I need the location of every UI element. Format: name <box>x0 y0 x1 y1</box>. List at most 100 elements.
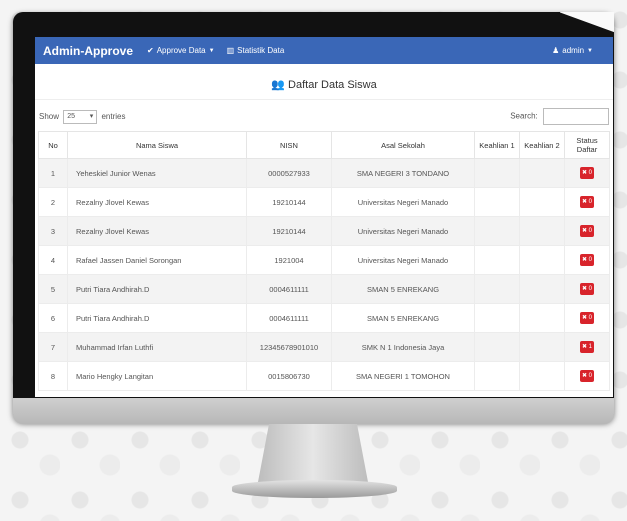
nav-statistik-data-label: Statistik Data <box>237 46 285 55</box>
table-row: 8 Mario Hengky Langitan 0015806730 SMA N… <box>38 361 610 391</box>
col-no[interactable]: No <box>38 131 68 159</box>
status-button[interactable]: ✖ 0 <box>580 196 594 208</box>
cell-no: 1 <box>38 158 68 188</box>
cell-sekolah: SMA NEGERI 1 TOMOHON <box>331 361 475 391</box>
cell-keahlian-1 <box>474 274 520 304</box>
nav-approve-data[interactable]: ✔ Approve Data ▼ <box>147 46 215 55</box>
bar-chart-icon: ▥ <box>226 46 235 55</box>
table-row: 1 Yeheskiel Junior Wenas 0000527933 SMA … <box>38 158 610 188</box>
user-icon: ♟ <box>552 46 560 55</box>
cell-keahlian-2 <box>519 332 565 362</box>
cell-sekolah: Universitas Negeri Manado <box>331 245 475 275</box>
status-button[interactable]: ✖ 0 <box>580 312 594 324</box>
users-icon: 👥 <box>271 79 285 91</box>
cell-nisn: 1921004 <box>246 245 332 275</box>
cell-nama: Rezalny Jlovel Kewas <box>67 187 247 217</box>
cell-keahlian-2 <box>519 216 565 246</box>
table-row: 6 Putri Tiara Andhirah.D 0004611111 SMAN… <box>38 303 610 333</box>
cell-keahlian-2 <box>519 274 565 304</box>
col-keahlian-2[interactable]: Keahlian 2 <box>519 131 565 159</box>
cell-nama: Putri Tiara Andhirah.D <box>67 274 247 304</box>
user-menu[interactable]: ♟ admin ▼ <box>552 46 593 55</box>
cell-keahlian-1 <box>474 245 520 275</box>
table-row: 7 Muhammad Irfan Luthfi 12345678901010 S… <box>38 332 610 362</box>
cell-nama: Rafael Jassen Daniel Sorongan <box>67 245 247 275</box>
cell-no: 4 <box>38 245 68 275</box>
cell-nama: Yeheskiel Junior Wenas <box>67 158 247 188</box>
cell-keahlian-1 <box>474 303 520 333</box>
status-button[interactable]: ✖ 0 <box>580 370 594 382</box>
table-controls: Show 25 ▾ entries Search: <box>35 100 613 131</box>
table-row: 3 Rezalny Jlovel Kewas 19210144 Universi… <box>38 216 610 246</box>
cell-sekolah: SMAN 5 ENREKANG <box>331 274 475 304</box>
col-nisn[interactable]: NISN <box>246 131 332 159</box>
screen: Admin-Approve ✔ Approve Data ▼ ▥ Statist… <box>35 37 613 397</box>
cell-nisn: 19210144 <box>246 187 332 217</box>
chevron-down-icon: ▼ <box>587 47 593 54</box>
table-row: 5 Putri Tiara Andhirah.D 0004611111 SMAN… <box>38 274 610 304</box>
navbar: Admin-Approve ✔ Approve Data ▼ ▥ Statist… <box>35 37 613 64</box>
students-table: No Nama Siswa NISN Asal Sekolah Keahlian… <box>38 131 610 391</box>
page-title-text: Daftar Data Siswa <box>288 79 377 91</box>
cell-nama: Mario Hengky Langitan <box>67 361 247 391</box>
cell-no: 5 <box>38 274 68 304</box>
col-status-daftar[interactable]: Status Daftar <box>564 131 610 159</box>
cell-keahlian-2 <box>519 245 565 275</box>
cell-keahlian-1 <box>474 187 520 217</box>
cell-status: ✖ 0 <box>564 187 610 217</box>
cell-no: 3 <box>38 216 68 246</box>
show-label: Show <box>39 111 60 121</box>
entries-length-select[interactable]: 25 ▾ <box>63 109 98 124</box>
cell-keahlian-1 <box>474 216 520 246</box>
cell-keahlian-1 <box>474 332 520 362</box>
col-asal-sekolah[interactable]: Asal Sekolah <box>331 131 475 159</box>
cell-keahlian-1 <box>474 361 520 391</box>
check-icon: ✔ <box>147 46 154 55</box>
cell-keahlian-2 <box>519 361 565 391</box>
col-keahlian-1[interactable]: Keahlian 1 <box>474 131 520 159</box>
table-row: 2 Rezalny Jlovel Kewas 19210144 Universi… <box>38 187 610 217</box>
status-button[interactable]: ✖ 0 <box>580 225 594 237</box>
cell-nisn: 19210144 <box>246 216 332 246</box>
cell-status: ✖ 0 <box>564 245 610 275</box>
cell-status: ✖ 0 <box>564 158 610 188</box>
table-header-row: No Nama Siswa NISN Asal Sekolah Keahlian… <box>38 131 610 159</box>
cell-sekolah: SMK N 1 Indonesia Jaya <box>331 332 475 362</box>
cell-sekolah: Universitas Negeri Manado <box>331 216 475 246</box>
length-control: Show 25 ▾ entries <box>39 109 126 124</box>
monitor-chin <box>13 398 614 424</box>
cell-nama: Rezalny Jlovel Kewas <box>67 216 247 246</box>
cell-keahlian-1 <box>474 158 520 188</box>
cell-nisn: 0000527933 <box>246 158 332 188</box>
brand[interactable]: Admin-Approve <box>43 44 133 58</box>
nav-statistik-data[interactable]: ▥ Statistik Data <box>227 46 285 55</box>
cell-sekolah: SMA NEGERI 3 TONDANO <box>331 158 475 188</box>
cell-nisn: 0004611111 <box>246 274 332 304</box>
status-button[interactable]: ✖ 0 <box>580 283 594 295</box>
cell-nisn: 0004611111 <box>246 303 332 333</box>
entries-label: entries <box>101 111 126 121</box>
search-control: Search: <box>510 108 609 125</box>
cell-nama: Muhammad Irfan Luthfi <box>67 332 247 362</box>
search-label: Search: <box>510 111 538 121</box>
cell-no: 2 <box>38 187 68 217</box>
cell-no: 7 <box>38 332 68 362</box>
cell-nisn: 0015806730 <box>246 361 332 391</box>
col-nama-siswa[interactable]: Nama Siswa <box>67 131 247 159</box>
chevron-down-icon: ▾ <box>89 112 94 120</box>
cell-sekolah: Universitas Negeri Manado <box>331 187 475 217</box>
page-title: 👥 Daftar Data Siswa <box>35 64 613 100</box>
nav-approve-data-label: Approve Data <box>156 46 206 55</box>
entries-length-value: 25 <box>67 112 76 120</box>
monitor-base <box>232 480 397 498</box>
cell-keahlian-2 <box>519 158 565 188</box>
user-menu-label: admin <box>562 46 585 55</box>
status-button[interactable]: ✖ 1 <box>580 341 594 353</box>
status-button[interactable]: ✖ 0 <box>580 254 594 266</box>
cell-status: ✖ 0 <box>564 216 610 246</box>
status-button[interactable]: ✖ 0 <box>580 167 594 179</box>
cell-sekolah: SMAN 5 ENREKANG <box>331 303 475 333</box>
cell-status: ✖ 0 <box>564 361 610 391</box>
search-input[interactable] <box>543 108 609 125</box>
table-row: 4 Rafael Jassen Daniel Sorongan 1921004 … <box>38 245 610 275</box>
